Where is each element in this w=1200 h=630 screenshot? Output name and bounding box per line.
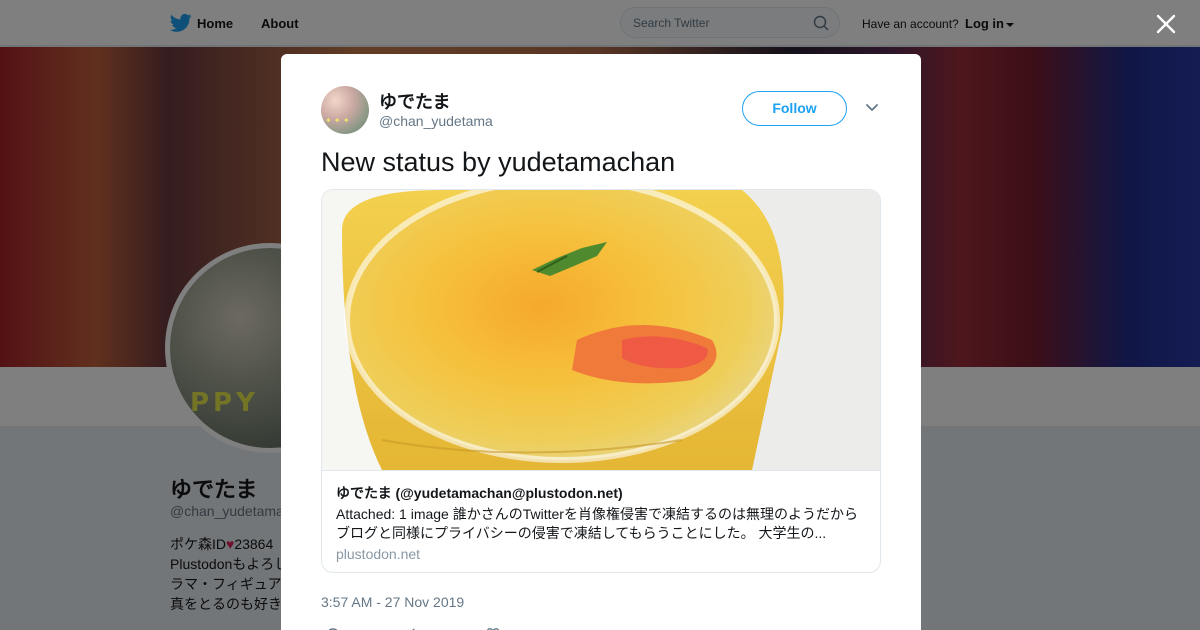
tweet-text: New status by yudetamachan [321,147,676,177]
follow-button[interactable]: Follow [742,91,847,126]
chevron-down-icon[interactable] [865,103,879,113]
card-title: ゆでたま (@yudetamachan@plustodon.net) [336,485,623,501]
card-body: ゆでたま (@yudetamachan@plustodon.net) Attac… [322,470,880,572]
tweet-author-name[interactable]: ゆでたま [379,88,450,114]
card-description: Attached: 1 image 誰かさんのTwitterを肖像権侵害で凍結す… [336,506,858,541]
tweet-actions [328,628,499,630]
tweet-author-avatar[interactable]: ✦ ✦ ✦ [321,86,369,134]
tweet-timestamp[interactable]: 3:57 AM - 27 Nov 2019 [321,594,464,610]
tweet-author-handle[interactable]: @chan_yudetama [379,113,493,129]
tweet-modal: ✦ ✦ ✦ ゆでたま @chan_yudetama Follow New sta… [281,54,921,630]
link-preview-card[interactable]: ゆでたま (@yudetamachan@plustodon.net) Attac… [321,189,881,573]
avatar-decoration: ✦ ✦ ✦ [325,116,350,125]
close-icon[interactable] [1155,13,1177,35]
card-image [322,190,880,470]
card-domain: plustodon.net [336,546,421,562]
